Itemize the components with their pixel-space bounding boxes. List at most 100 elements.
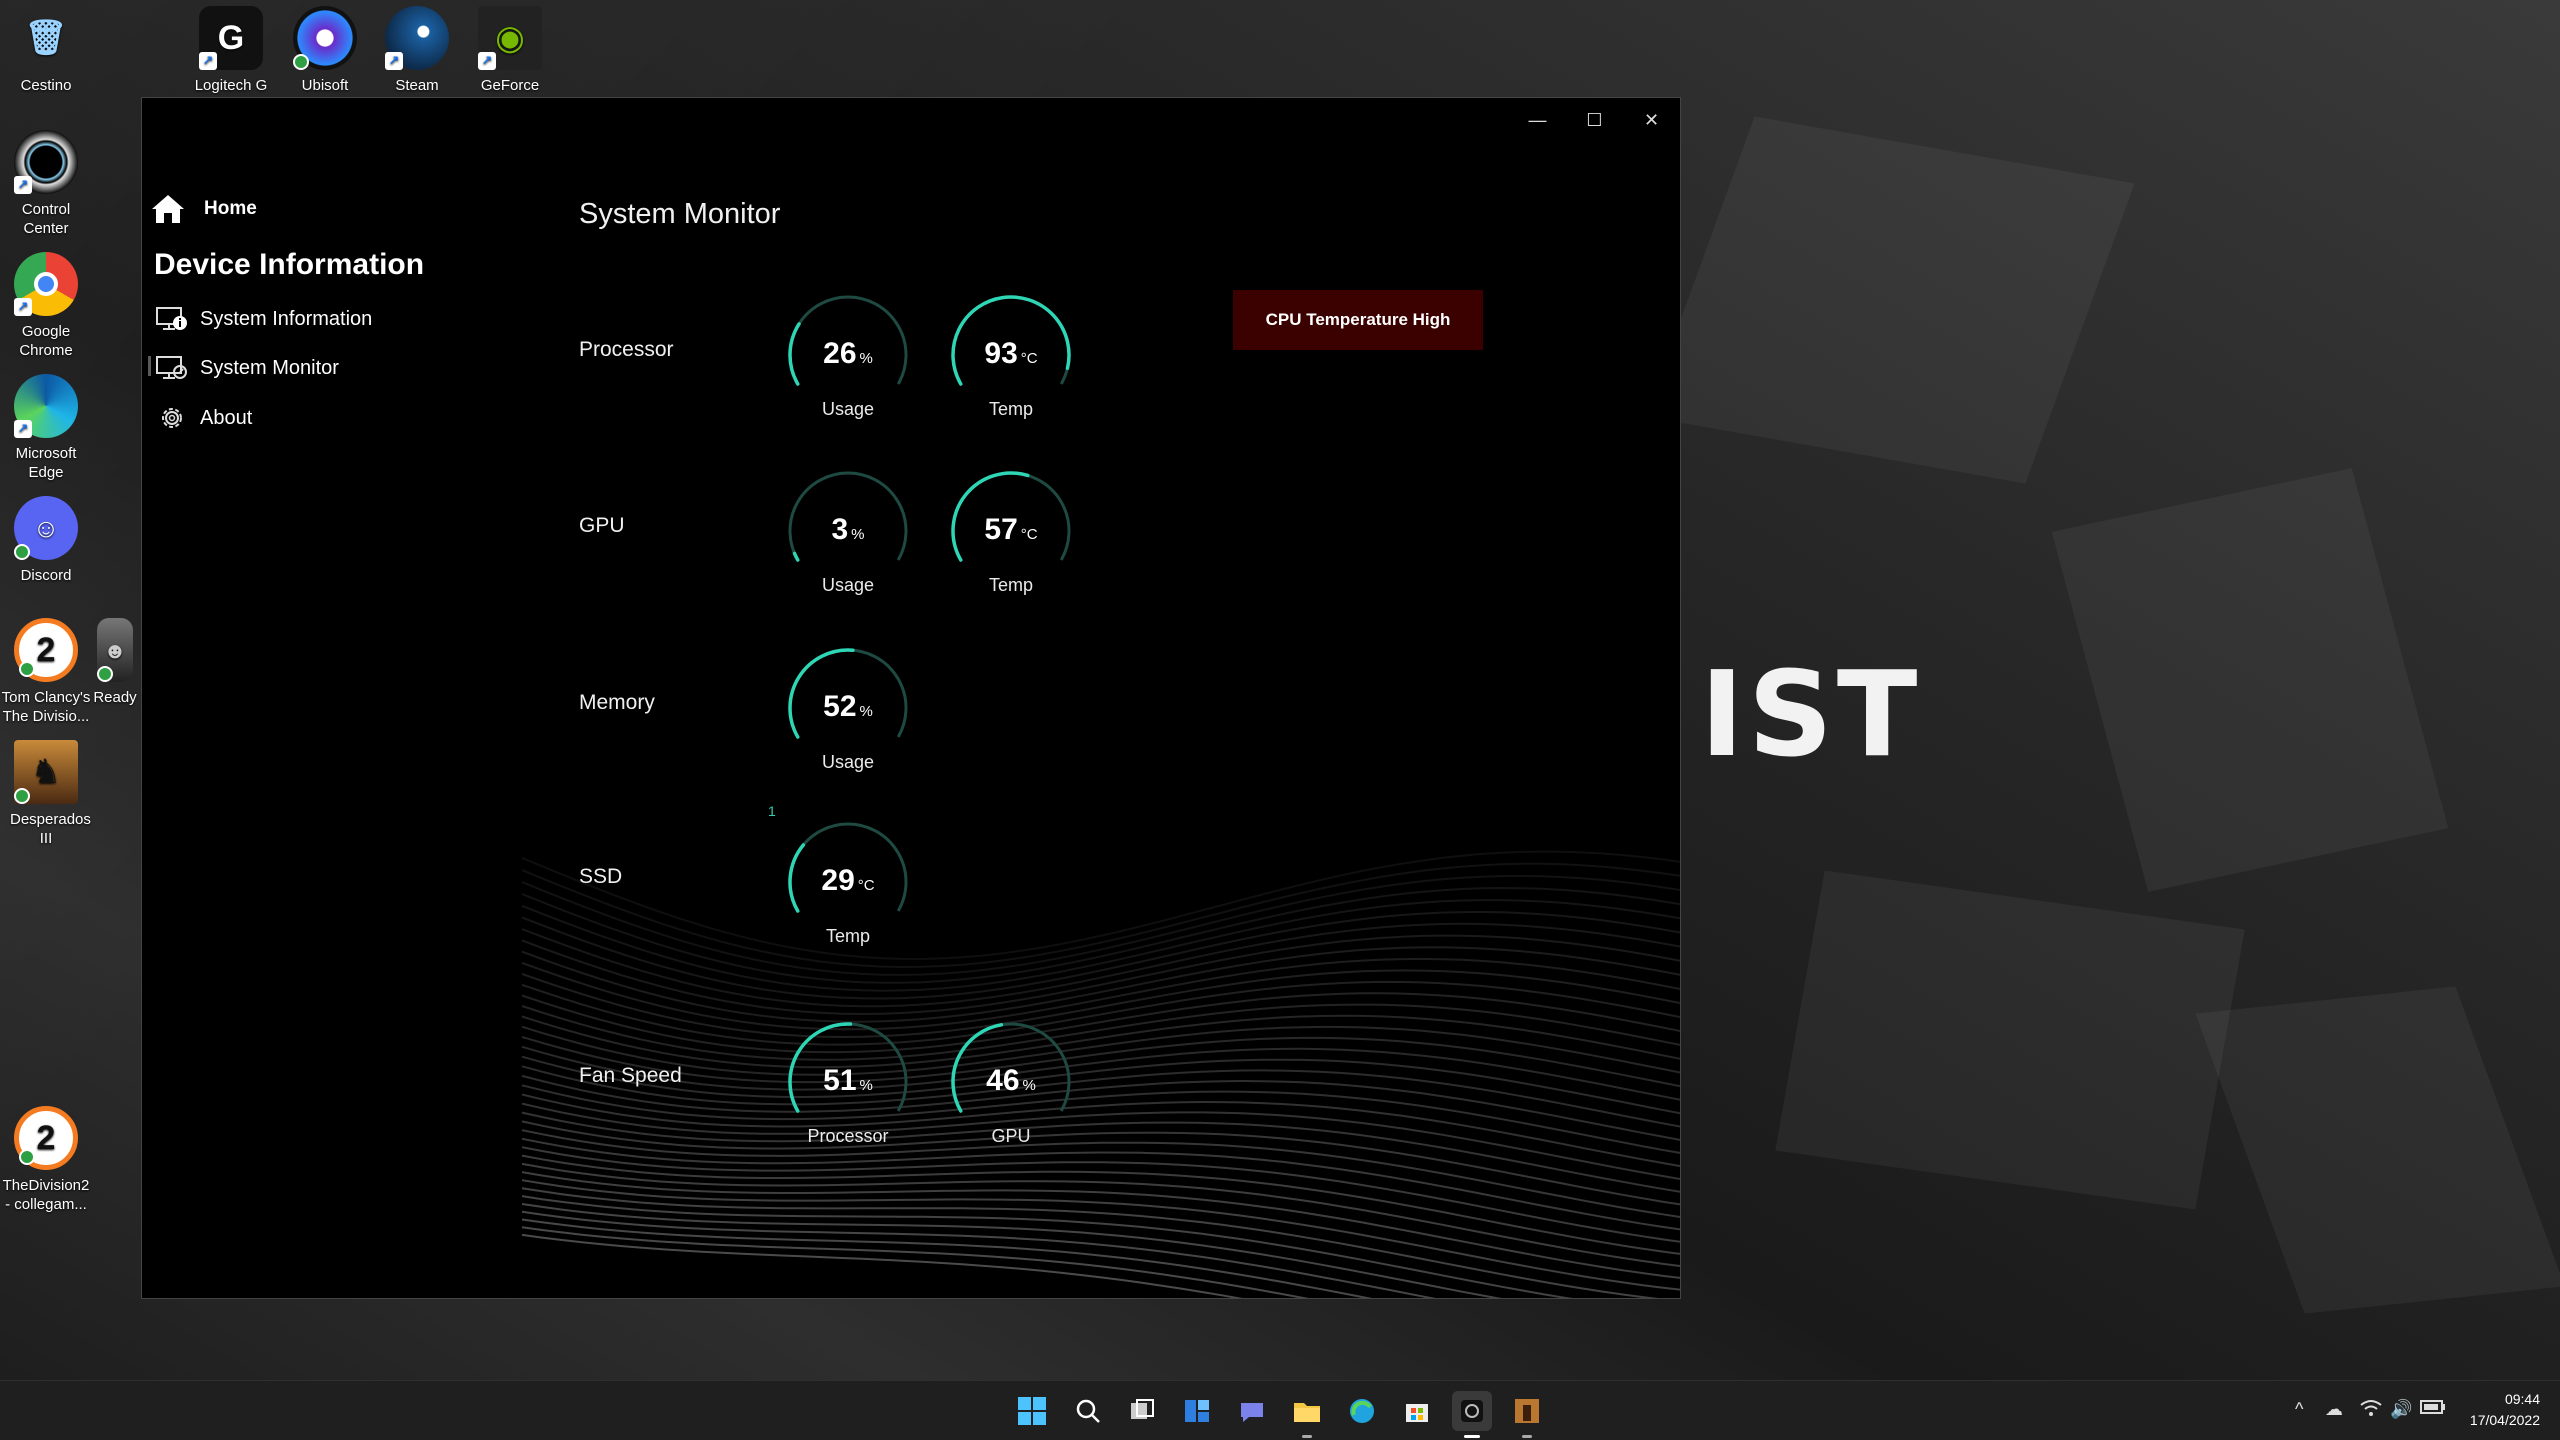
- gauge-unit: %: [859, 703, 873, 720]
- window-controls: — ☐ ✕: [1509, 98, 1680, 142]
- wave-line: [521, 1195, 1573, 1298]
- gauge-value: 29 °C: [821, 864, 875, 897]
- desktop-icon-desperados[interactable]: ♞ Desperados III: [0, 740, 92, 848]
- nav-item-about[interactable]: About: [156, 402, 252, 434]
- nav-home[interactable]: Home: [150, 193, 257, 225]
- wave-line: [521, 1035, 1680, 1088]
- maximize-button[interactable]: ☐: [1566, 98, 1623, 142]
- system-monitor-app-icon[interactable]: [1452, 1391, 1492, 1438]
- desktop-icon-label: Discord: [20, 567, 72, 584]
- nav-item-label: About: [200, 406, 253, 429]
- desktop-icon-ubisoft[interactable]: Ubisoft Connect: [279, 6, 371, 95]
- task-view-icon[interactable]: [1122, 1391, 1162, 1431]
- row-label-processor: Processor: [579, 338, 674, 361]
- desperados-icon[interactable]: [1507, 1391, 1547, 1438]
- desperados-icon: ♞: [14, 740, 78, 804]
- ubisoft-icon: [293, 6, 357, 70]
- wallpaper-facet: [2051, 468, 2449, 892]
- wave-line: [521, 1025, 1680, 1076]
- nav-item-label: System Information: [200, 307, 373, 330]
- gauge-caption: Usage: [821, 752, 875, 772]
- gauge-memory-usage: 52% Usage: [786, 646, 916, 786]
- wave-line: [521, 899, 1680, 992]
- wave-line: [521, 1146, 1680, 1243]
- gauge-fill: [792, 551, 800, 562]
- desktop-icon-label: Logitech G HUB: [194, 77, 268, 94]
- wave-line: [521, 1102, 1680, 1180]
- desktop-icon-division[interactable]: 2 Tom Clancy's The Divisio...: [0, 618, 92, 726]
- file-explorer-icon[interactable]: [1287, 1391, 1327, 1438]
- taskbar-clock[interactable]: 09:44 17/04/2022: [2470, 1389, 2540, 1431]
- desktop-icon-logitech[interactable]: G↗ Logitech G HUB: [185, 6, 277, 95]
- nav-item-label: System Monitor: [200, 356, 339, 379]
- wave-line: [521, 1218, 1373, 1298]
- row-label-memory: Memory: [579, 691, 655, 714]
- ready-game-icon: ☻: [97, 618, 133, 682]
- nav-item-system-monitor[interactable]: System Monitor: [156, 352, 339, 384]
- desktop-icon-label: Desperados III: [10, 811, 91, 847]
- battery-icon[interactable]: [2420, 1399, 2446, 1420]
- wave-line: [521, 1014, 1680, 1069]
- minimize-button[interactable]: —: [1509, 98, 1566, 142]
- widgets-icon[interactable]: [1177, 1391, 1217, 1431]
- wave-line: [521, 1187, 1659, 1298]
- wifi-icon[interactable]: [2360, 1399, 2382, 1422]
- windows-start-icon[interactable]: [1012, 1391, 1052, 1431]
- gauge-value: 57 °C: [984, 513, 1038, 546]
- gauge-value: 93 °C: [984, 337, 1038, 370]
- wave-line: [521, 1093, 1680, 1168]
- wave-line: [521, 886, 1680, 984]
- wave-line: [521, 1074, 1680, 1141]
- desktop-icon-edge[interactable]: ↗ Microsoft Edge: [0, 374, 92, 482]
- wave-line: [521, 980, 1680, 1046]
- desktop-icon-discord[interactable]: ☺ Discord: [0, 496, 92, 585]
- wave-line: [521, 922, 1680, 1008]
- wave-line: [521, 1154, 1680, 1255]
- stray-mark: 1: [768, 803, 776, 819]
- desktop-icon-geforce[interactable]: ◉↗ GeForce Experience: [464, 6, 556, 95]
- gauge-unit: °C: [857, 877, 875, 894]
- store-icon[interactable]: [1397, 1391, 1437, 1431]
- desktop-icon-label: GeForce Experience: [480, 77, 540, 94]
- desktop-icon-recycle-bin[interactable]: 🗑 Cestino: [0, 6, 92, 95]
- close-button[interactable]: ✕: [1623, 98, 1680, 142]
- system-monitor-icon: [156, 354, 188, 382]
- division-icon: 2: [14, 618, 78, 682]
- desktop-icon-control-center[interactable]: ↗ Control Center: [0, 130, 92, 238]
- row-label-ssd: SSD: [579, 865, 623, 888]
- desktop-icon-steam[interactable]: ↗ Steam: [371, 6, 463, 95]
- desktop-icon-chrome[interactable]: ↗ Google Chrome: [0, 252, 92, 360]
- wave-line: [521, 1203, 1502, 1298]
- wave-line: [521, 1120, 1680, 1206]
- gauge-fan-gpu: 46% GPU: [949, 1020, 1079, 1160]
- gauge-processor-temp: 93 °C Temp: [949, 293, 1079, 433]
- gauge-unit: %: [851, 526, 865, 543]
- edge-icon[interactable]: [1342, 1391, 1382, 1431]
- wallpaper-facet: [1645, 116, 2135, 484]
- wave-line: [521, 850, 1680, 961]
- onedrive-icon[interactable]: ☁: [2325, 1399, 2343, 1420]
- volume-icon[interactable]: 🔊: [2390, 1399, 2412, 1420]
- search-icon[interactable]: [1068, 1391, 1108, 1431]
- clock-date: 17/04/2022: [2469, 1412, 2540, 1428]
- wave-line: [521, 1137, 1680, 1231]
- control-center-icon: ↗: [14, 130, 78, 194]
- taskbar: ^ ☁ 🔊 09:44 17/04/2022: [0, 1380, 2560, 1440]
- desktop-icon-division2-link[interactable]: 2 TheDivision2 - collegam...: [0, 1106, 92, 1214]
- cpu-temperature-alert: CPU Temperature High: [1233, 290, 1483, 350]
- desktop-icon-label: Google Chrome: [19, 323, 73, 359]
- nav-item-system-information[interactable]: System Information: [156, 303, 372, 335]
- desktop-icon-label: TheDivision2 - collegam...: [2, 1177, 90, 1213]
- tray-chevron-up-icon[interactable]: ^: [2295, 1399, 2303, 1420]
- gauge-value: 52%: [823, 690, 873, 723]
- nvidia-icon: ◉ ↗: [478, 6, 542, 70]
- gauge-caption: Processor: [807, 1126, 889, 1146]
- wave-line: [521, 1084, 1680, 1154]
- nav-home-label: Home: [204, 198, 257, 219]
- system-information-icon: [156, 305, 188, 333]
- gauge-caption: Usage: [821, 399, 875, 419]
- gauge-unit: %: [1022, 1077, 1036, 1094]
- row-label-gpu: GPU: [579, 514, 625, 537]
- teams-chat-icon[interactable]: [1232, 1391, 1272, 1431]
- desktop-icon-ready[interactable]: ☻ Ready: [92, 618, 138, 707]
